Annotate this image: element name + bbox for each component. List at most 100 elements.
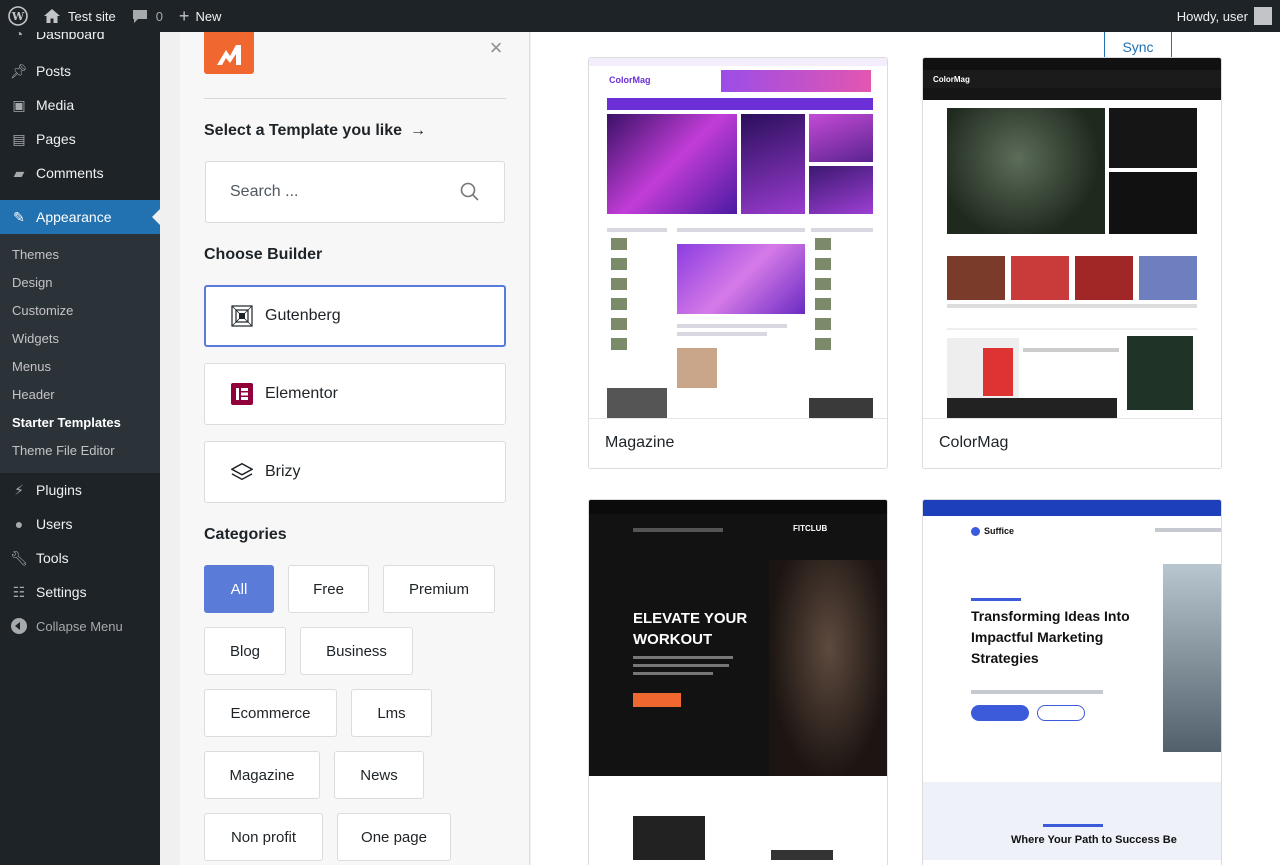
submenu-item-header[interactable]: Header — [0, 381, 160, 409]
sidebar-item-media[interactable]: ▣ Media — [0, 88, 160, 122]
builder-label: Elementor — [265, 385, 338, 402]
search-icon[interactable] — [460, 182, 480, 202]
sidebar-item-plugins[interactable]: ⚡︎ Plugins — [0, 473, 160, 507]
submenu-item-menus[interactable]: Menus — [0, 353, 160, 381]
sidebar-item-label: Media — [36, 97, 75, 113]
builder-label: Gutenberg — [265, 307, 341, 324]
template-thumbnail: ColorMag — [923, 58, 1221, 418]
submenu-item-widgets[interactable]: Widgets — [0, 325, 160, 353]
plugin-icon: ⚡︎ — [14, 481, 24, 498]
starter-templates-logo — [204, 32, 254, 74]
users-icon: ● — [14, 516, 24, 532]
home-icon — [44, 9, 60, 23]
close-icon[interactable]: × — [486, 37, 506, 59]
submenu-item-customize[interactable]: Customize — [0, 297, 160, 325]
categories-heading: Categories — [204, 526, 287, 543]
sidebar-item-label: Comments — [36, 165, 104, 181]
sidebar-item-label: Tools — [36, 550, 69, 566]
brizy-icon — [231, 461, 253, 483]
builder-option-gutenberg[interactable]: Gutenberg — [204, 285, 506, 347]
thumb-subheadline: Where Your Path to Success Be — [1011, 834, 1177, 846]
sidebar-item-settings[interactable]: ☷ Settings — [0, 575, 160, 609]
submenu-item-design[interactable]: Design — [0, 269, 160, 297]
admin-bar: W Test site 0 + New Howdy, user — [0, 0, 1280, 32]
template-card-suffice[interactable]: Suffice Transforming Ideas Into Impactfu… — [922, 499, 1222, 865]
sidebar-item-tools[interactable]: 🔧︎ Tools — [0, 541, 160, 575]
comments-link[interactable]: 0 — [124, 0, 171, 32]
category-one-page[interactable]: One page — [337, 813, 451, 861]
template-search-box — [205, 161, 505, 223]
sidebar-item-label: Plugins — [36, 482, 82, 498]
comments-count: 0 — [155, 8, 163, 24]
builder-label: Brizy — [265, 463, 301, 480]
thumb-brand: ColorMag — [933, 74, 970, 84]
category-all[interactable]: All — [204, 565, 274, 613]
gutenberg-icon — [231, 305, 253, 327]
brush-icon: ✎ — [13, 208, 25, 225]
panel-divider — [204, 98, 506, 99]
category-magazine[interactable]: Magazine — [204, 751, 320, 799]
avatar — [1254, 7, 1272, 25]
category-non-profit[interactable]: Non profit — [204, 813, 323, 861]
astra-logo-icon — [217, 45, 241, 65]
builder-option-brizy[interactable]: Brizy — [204, 441, 506, 503]
template-name: Magazine — [589, 418, 887, 468]
template-thumbnail: ColorMag — [589, 58, 887, 418]
thumb-headline: Transforming Ideas Into Impactful Market… — [971, 608, 1130, 666]
sidebar-item-label: Posts — [36, 63, 72, 79]
template-card-fitclub[interactable]: FITCLUB ELEVATE YOUR WORKOUT — [588, 499, 888, 865]
collapse-icon — [10, 617, 28, 635]
collapse-menu-button[interactable]: Collapse Menu — [0, 609, 160, 643]
sidebar-item-appearance[interactable]: ✎ Appearance — [0, 200, 160, 234]
category-business[interactable]: Business — [300, 627, 413, 675]
template-thumbnail: FITCLUB ELEVATE YOUR WORKOUT — [589, 500, 887, 860]
sidebar-item-label: Pages — [36, 131, 76, 147]
category-free[interactable]: Free — [288, 565, 369, 613]
new-label: New — [195, 8, 222, 24]
template-filter-panel: × Select a Template you like → Choose Bu… — [180, 32, 530, 865]
pushpin-icon: 📌︎ — [10, 62, 28, 79]
sidebar-item-users[interactable]: ● Users — [0, 507, 160, 541]
pages-icon: ▤ — [12, 130, 26, 147]
my-account[interactable]: Howdy, user — [1169, 0, 1280, 32]
submenu-item-starter-templates[interactable]: Starter Templates — [0, 409, 160, 437]
arrow-right-icon: → — [410, 122, 427, 139]
svg-text:W: W — [11, 10, 25, 23]
sidebar-item-label: Users — [36, 516, 73, 532]
template-grid-area: Sync ColorMag Magazine ColorMag ColorMag… — [531, 32, 1280, 865]
template-card-magazine[interactable]: ColorMag Magazine — [588, 57, 888, 469]
builder-option-elementor[interactable]: Elementor — [204, 363, 506, 425]
new-content-link[interactable]: + New — [171, 0, 230, 32]
submenu-item-themes[interactable]: Themes — [0, 241, 160, 269]
select-template-label: Select a Template you like — [204, 122, 403, 139]
template-card-colormag[interactable]: ColorMag ColorMag — [922, 57, 1222, 469]
template-search-input[interactable] — [230, 183, 460, 201]
wordpress-logo-icon[interactable]: W — [0, 0, 36, 32]
category-ecommerce[interactable]: Ecommerce — [204, 689, 337, 737]
settings-icon: ☷ — [12, 583, 26, 600]
sidebar-item-pages[interactable]: ▤ Pages — [0, 122, 160, 156]
thumb-brand: Suffice — [984, 526, 1015, 536]
site-name-link[interactable]: Test site — [36, 0, 124, 32]
thumb-brand: FITCLUB — [793, 524, 828, 533]
category-blog[interactable]: Blog — [204, 627, 286, 675]
comment-icon: ▰ — [13, 164, 25, 181]
comment-icon — [132, 9, 147, 23]
howdy-text: Howdy, user — [1176, 8, 1248, 24]
media-icon: ▣ — [12, 96, 26, 113]
category-news[interactable]: News — [334, 751, 424, 799]
site-name: Test site — [68, 8, 116, 24]
suffice-logo-icon — [971, 526, 980, 536]
admin-sidebar: ◔ Dashboard 📌︎ Posts ▣ Media ▤ Pages ▰ C… — [0, 26, 160, 865]
category-lms[interactable]: Lms — [351, 689, 432, 737]
sidebar-item-label: Settings — [36, 584, 87, 600]
sidebar-item-posts[interactable]: 📌︎ Posts — [0, 54, 160, 88]
category-premium[interactable]: Premium — [383, 565, 495, 613]
wrench-icon: 🔧︎ — [10, 549, 28, 566]
sidebar-item-label: Appearance — [36, 209, 112, 225]
submenu-item-theme-file-editor[interactable]: Theme File Editor — [0, 437, 160, 465]
thumb-brand: ColorMag — [609, 75, 651, 85]
choose-builder-heading: Choose Builder — [204, 246, 323, 263]
sidebar-item-comments[interactable]: ▰ Comments — [0, 156, 160, 190]
thumb-headline: ELEVATE YOUR WORKOUT — [633, 610, 748, 648]
